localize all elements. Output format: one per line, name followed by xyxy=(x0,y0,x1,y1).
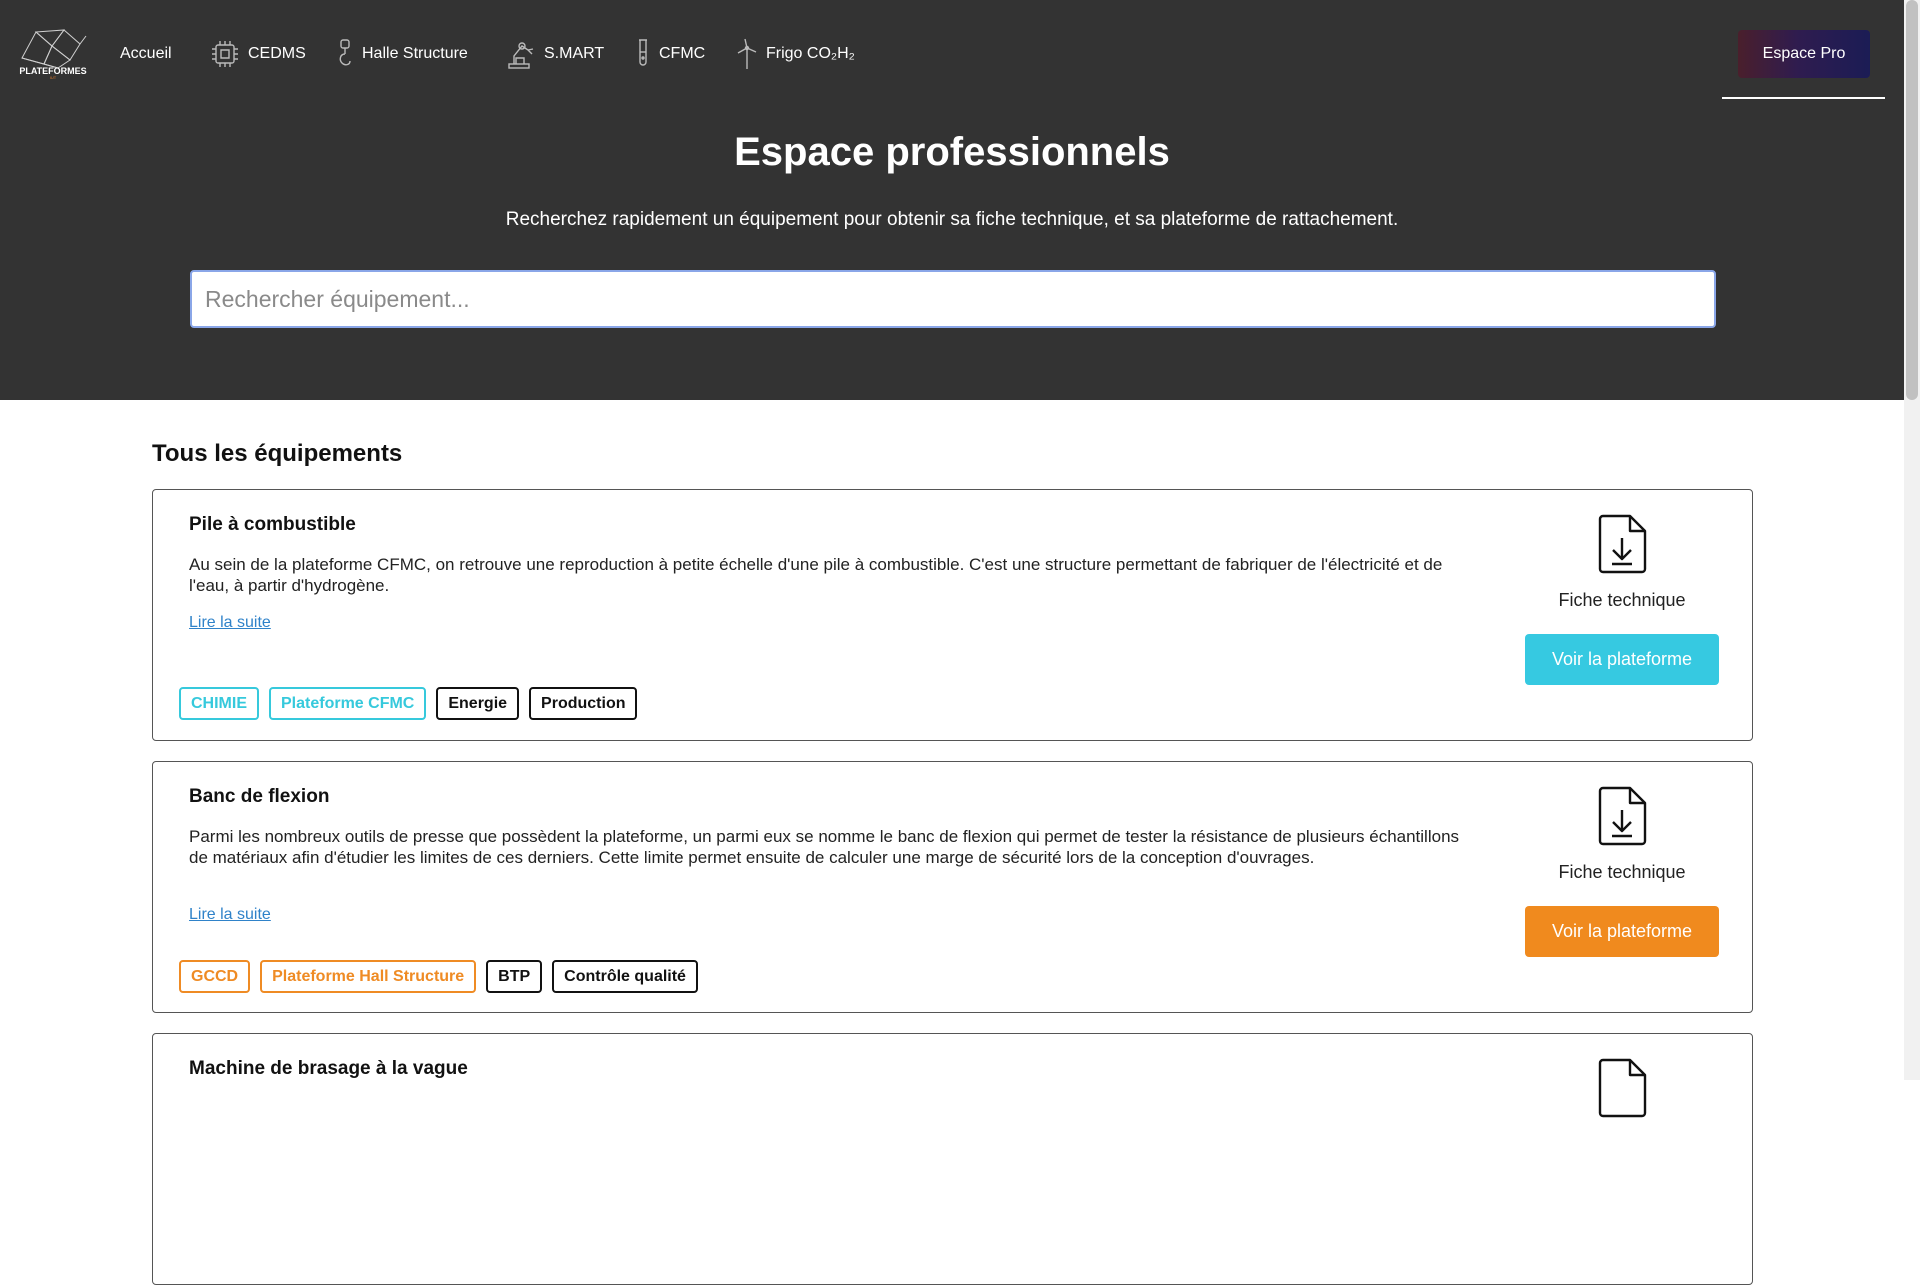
nav-halle-structure-label: Halle Structure xyxy=(362,45,468,62)
tag-energie[interactable]: Energie xyxy=(436,687,520,720)
svg-text:IUT: IUT xyxy=(50,75,57,80)
tag-chimie[interactable]: CHIMIE xyxy=(179,687,259,720)
nav-cfmc[interactable]: CFMC xyxy=(635,34,705,74)
fiche-technique-download[interactable]: Fiche technique xyxy=(1525,514,1719,611)
voir-plateforme-button[interactable]: Voir la plateforme xyxy=(1525,634,1719,685)
equipment-title: Banc de flexion xyxy=(189,786,330,807)
top-navbar: PLATEFORMES IUT Accueil CEDMS Halle Stru… xyxy=(0,0,1904,108)
read-more-link[interactable]: Lire la suite xyxy=(189,906,271,924)
equipment-card: Pile à combustible Au sein de la platefo… xyxy=(152,489,1753,741)
nav-cedms[interactable]: CEDMS xyxy=(210,34,306,74)
nav-frigo[interactable]: Frigo CO₂H₂ xyxy=(736,34,855,74)
active-nav-underline xyxy=(1722,97,1885,99)
page-subtitle: Recherchez rapidement un équipement pour… xyxy=(505,209,1399,230)
page-scrollbar-thumb[interactable] xyxy=(1906,0,1918,400)
search-input[interactable] xyxy=(190,270,1716,328)
fiche-technique-label: Fiche technique xyxy=(1558,590,1686,610)
nav-halle-structure[interactable]: Halle Structure xyxy=(336,34,468,74)
equipment-title: Pile à combustible xyxy=(189,514,356,535)
chip-icon xyxy=(212,41,238,67)
robot-arm-icon xyxy=(508,42,534,69)
nav-frigo-label: Frigo CO₂H₂ xyxy=(766,45,855,62)
tag-plateforme-hall-structure[interactable]: Plateforme Hall Structure xyxy=(260,960,477,993)
nav-cedms-label: CEDMS xyxy=(248,45,306,62)
tag-btp[interactable]: BTP xyxy=(486,960,543,993)
nav-cfmc-label: CFMC xyxy=(659,45,706,62)
tag-list: GCCD Plateforme Hall Structure BTP Contr… xyxy=(179,960,698,993)
file-download-icon xyxy=(1598,786,1647,846)
file-download-icon xyxy=(1598,1058,1647,1118)
fiche-technique-download[interactable] xyxy=(1525,1058,1719,1118)
equipment-title: Machine de brasage à la vague xyxy=(189,1058,468,1079)
page-title: Espace professionnels xyxy=(734,130,1170,174)
nav-smart-label: S.MART xyxy=(544,45,605,62)
espace-pro-button[interactable]: Espace Pro xyxy=(1738,30,1870,78)
plateformes-logo[interactable]: PLATEFORMES IUT xyxy=(18,26,88,80)
wind-turbine-icon xyxy=(737,38,757,69)
nav-accueil-label: Accueil xyxy=(120,45,172,62)
fiche-technique-label: Fiche technique xyxy=(1558,862,1686,882)
crane-hook-icon xyxy=(339,39,351,66)
nav-smart[interactable]: S.MART xyxy=(506,34,604,74)
tag-controle-qualite[interactable]: Contrôle qualité xyxy=(552,960,698,993)
equipment-card: Machine de brasage à la vague xyxy=(152,1033,1753,1285)
fiche-technique-download[interactable]: Fiche technique xyxy=(1525,786,1719,883)
tag-plateforme-cfmc[interactable]: Plateforme CFMC xyxy=(269,687,427,720)
tag-production[interactable]: Production xyxy=(529,687,638,720)
tag-gccd[interactable]: GCCD xyxy=(179,960,251,993)
hero-section: Espace professionnels Recherchez rapidem… xyxy=(0,108,1904,400)
nav-accueil[interactable]: Accueil xyxy=(120,34,172,74)
read-more-link[interactable]: Lire la suite xyxy=(189,614,271,632)
file-download-icon xyxy=(1598,514,1647,574)
equipment-card: Banc de flexion Parmi les nombreux outil… xyxy=(152,761,1753,1013)
section-title: Tous les équipements xyxy=(152,440,403,467)
equipment-description: Au sein de la plateforme CFMC, on retrou… xyxy=(189,555,1443,595)
test-tube-icon xyxy=(639,39,647,66)
voir-plateforme-button[interactable]: Voir la plateforme xyxy=(1525,906,1719,957)
equipment-description: Parmi les nombreux outils de presse que … xyxy=(189,827,1460,867)
tag-list: CHIMIE Plateforme CFMC Energie Productio… xyxy=(179,687,638,720)
